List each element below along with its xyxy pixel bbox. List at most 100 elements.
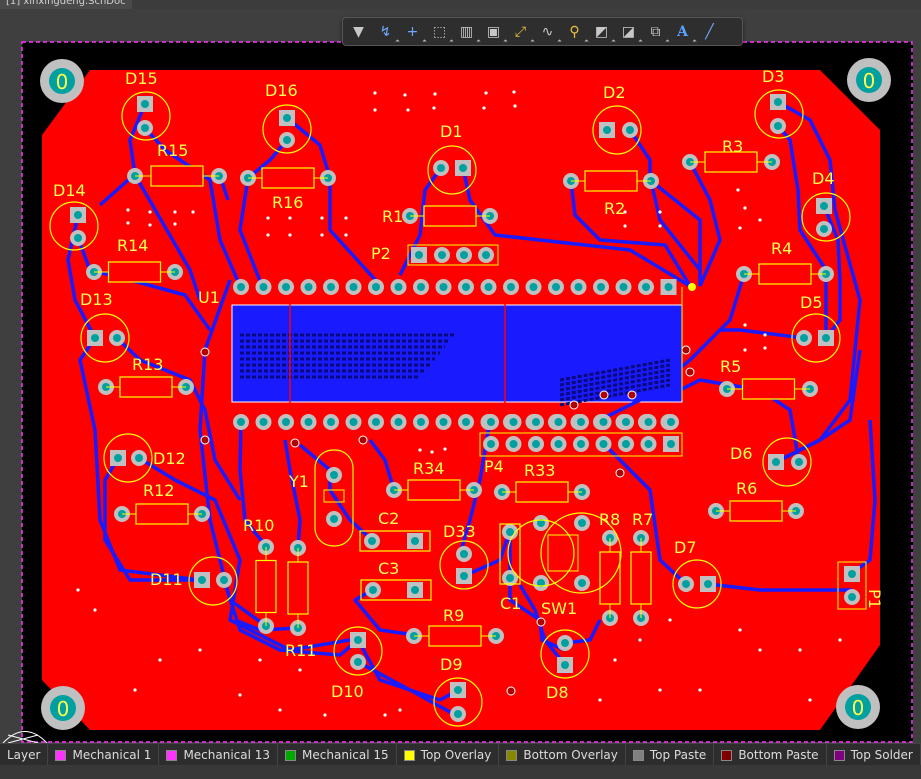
via (743, 206, 747, 210)
label-r7: R7 (632, 510, 653, 529)
via (763, 333, 767, 337)
pad-hole (415, 251, 423, 259)
via (200, 435, 210, 445)
via (598, 698, 602, 702)
line-icon: ╱ (705, 23, 714, 40)
layer-tab-bottom-overlay[interactable]: Bottom Overlay (499, 744, 626, 766)
via (681, 345, 691, 355)
text-tool-button[interactable]: A (671, 20, 697, 44)
pad-hole (574, 283, 583, 291)
route-tool-button[interactable]: ↯ (374, 20, 400, 44)
pad-hole (561, 661, 569, 669)
via (430, 450, 434, 454)
diff-pair-tool-button[interactable]: ∿ (536, 20, 562, 44)
via (173, 210, 177, 214)
pad-hole (283, 114, 291, 122)
layer-tab-mechanical-1[interactable]: Mechanical 1 (48, 744, 160, 766)
pad-hole (532, 440, 540, 448)
via (76, 588, 80, 592)
label-d2: D2 (603, 83, 626, 102)
pad-hole (800, 334, 808, 342)
via (383, 713, 387, 717)
pad-hole (113, 334, 121, 342)
pcb-canvas[interactable]: D15 D16 D1 D2 D3 D4 D14 D13 D12 D11 D10 … (0, 9, 921, 743)
place-via-tool-button[interactable]: ⚲ (563, 20, 589, 44)
via (443, 447, 447, 451)
via (484, 91, 488, 95)
pad-hole (603, 126, 611, 134)
layer-tab-label: Mechanical 15 (302, 748, 389, 762)
via (512, 90, 516, 94)
pad-hole (577, 418, 585, 426)
pad-hole (667, 440, 675, 448)
align-tool-button[interactable]: ▥ (455, 20, 481, 44)
label-d1: D1 (440, 122, 463, 141)
via (288, 216, 292, 220)
pcb-workspace[interactable]: D15 D16 D1 D2 D3 D4 D14 D13 D12 D11 D10 … (0, 9, 921, 743)
align-icon: ▥ (459, 23, 474, 40)
pad-hole (198, 576, 206, 584)
layer-tab-mechanical-15[interactable]: Mechanical 15 (278, 744, 397, 766)
svg-text:0: 0 (56, 70, 69, 94)
pad-hole (220, 576, 228, 584)
via (738, 628, 742, 632)
via (758, 218, 762, 222)
pad-hole (578, 519, 586, 527)
dimension-icon: ◪ (621, 23, 636, 40)
layer-tab-bottom-paste[interactable]: Bottom Paste (714, 744, 827, 766)
pad-hole (411, 537, 419, 545)
filter-tool-button[interactable]: ▼ (347, 20, 370, 43)
layer-color-swatch (632, 749, 644, 761)
via (126, 221, 130, 225)
via (615, 468, 625, 478)
pad-hole (509, 440, 518, 448)
crosshair-tool-button[interactable]: + (401, 20, 427, 44)
via (344, 233, 348, 237)
via (569, 400, 579, 410)
layer-tab-top-overlay[interactable]: Top Overlay (397, 744, 500, 766)
label-d4: D4 (812, 169, 835, 188)
label-d33: D33 (443, 522, 476, 541)
pad-hole (74, 234, 82, 242)
line-tool-button[interactable]: ╱ (698, 20, 721, 43)
pad-hole (622, 440, 630, 448)
via (148, 210, 152, 214)
chart-icon: ⧉ (650, 23, 661, 40)
layer-tab-label: Layer (7, 748, 41, 762)
layer-tab-layer[interactable]: Layer (0, 744, 49, 766)
via (266, 216, 270, 220)
component-tool-button[interactable]: ▣ (482, 20, 508, 44)
pad-hole (774, 122, 782, 130)
interactive-route-tool-button[interactable]: ⤢ (509, 20, 535, 44)
mounting-hole: 0 (836, 685, 880, 729)
via (320, 216, 324, 220)
layer-tab-label: Bottom Paste (738, 748, 819, 762)
label-y1: Y1 (288, 472, 309, 491)
pad-hole (439, 283, 448, 291)
document-tab[interactable]: [1] xinxingdeng.SchDoc (0, 0, 132, 9)
via (736, 188, 740, 192)
layer-tab-top-solder[interactable]: Top Solder (827, 744, 921, 766)
select-rect-tool-button[interactable]: ⬚ (428, 20, 454, 44)
label-r3: R3 (722, 137, 743, 156)
via (344, 216, 348, 220)
via (148, 223, 152, 227)
pad-hole (282, 283, 290, 291)
label-r14: R14 (117, 236, 148, 255)
polygon-tool-button[interactable]: ◩ (590, 20, 616, 44)
via (238, 693, 242, 697)
via (638, 638, 642, 642)
pad-hole (644, 418, 653, 426)
pad-hole (459, 164, 467, 172)
pad-hole (664, 283, 673, 291)
pad-hole (487, 440, 495, 448)
pad-hole (619, 283, 628, 291)
dimension-tool-button[interactable]: ◪ (617, 20, 643, 44)
chart-tool-button[interactable]: ⧉ (644, 20, 670, 44)
via (126, 208, 130, 212)
layer-tab-top-paste[interactable]: Top Paste (626, 744, 715, 766)
pad-hole (454, 686, 462, 694)
pad-hole (667, 418, 675, 426)
mounting-hole: 0 (40, 59, 84, 103)
layer-tab-mechanical-13[interactable]: Mechanical 13 (159, 744, 279, 766)
